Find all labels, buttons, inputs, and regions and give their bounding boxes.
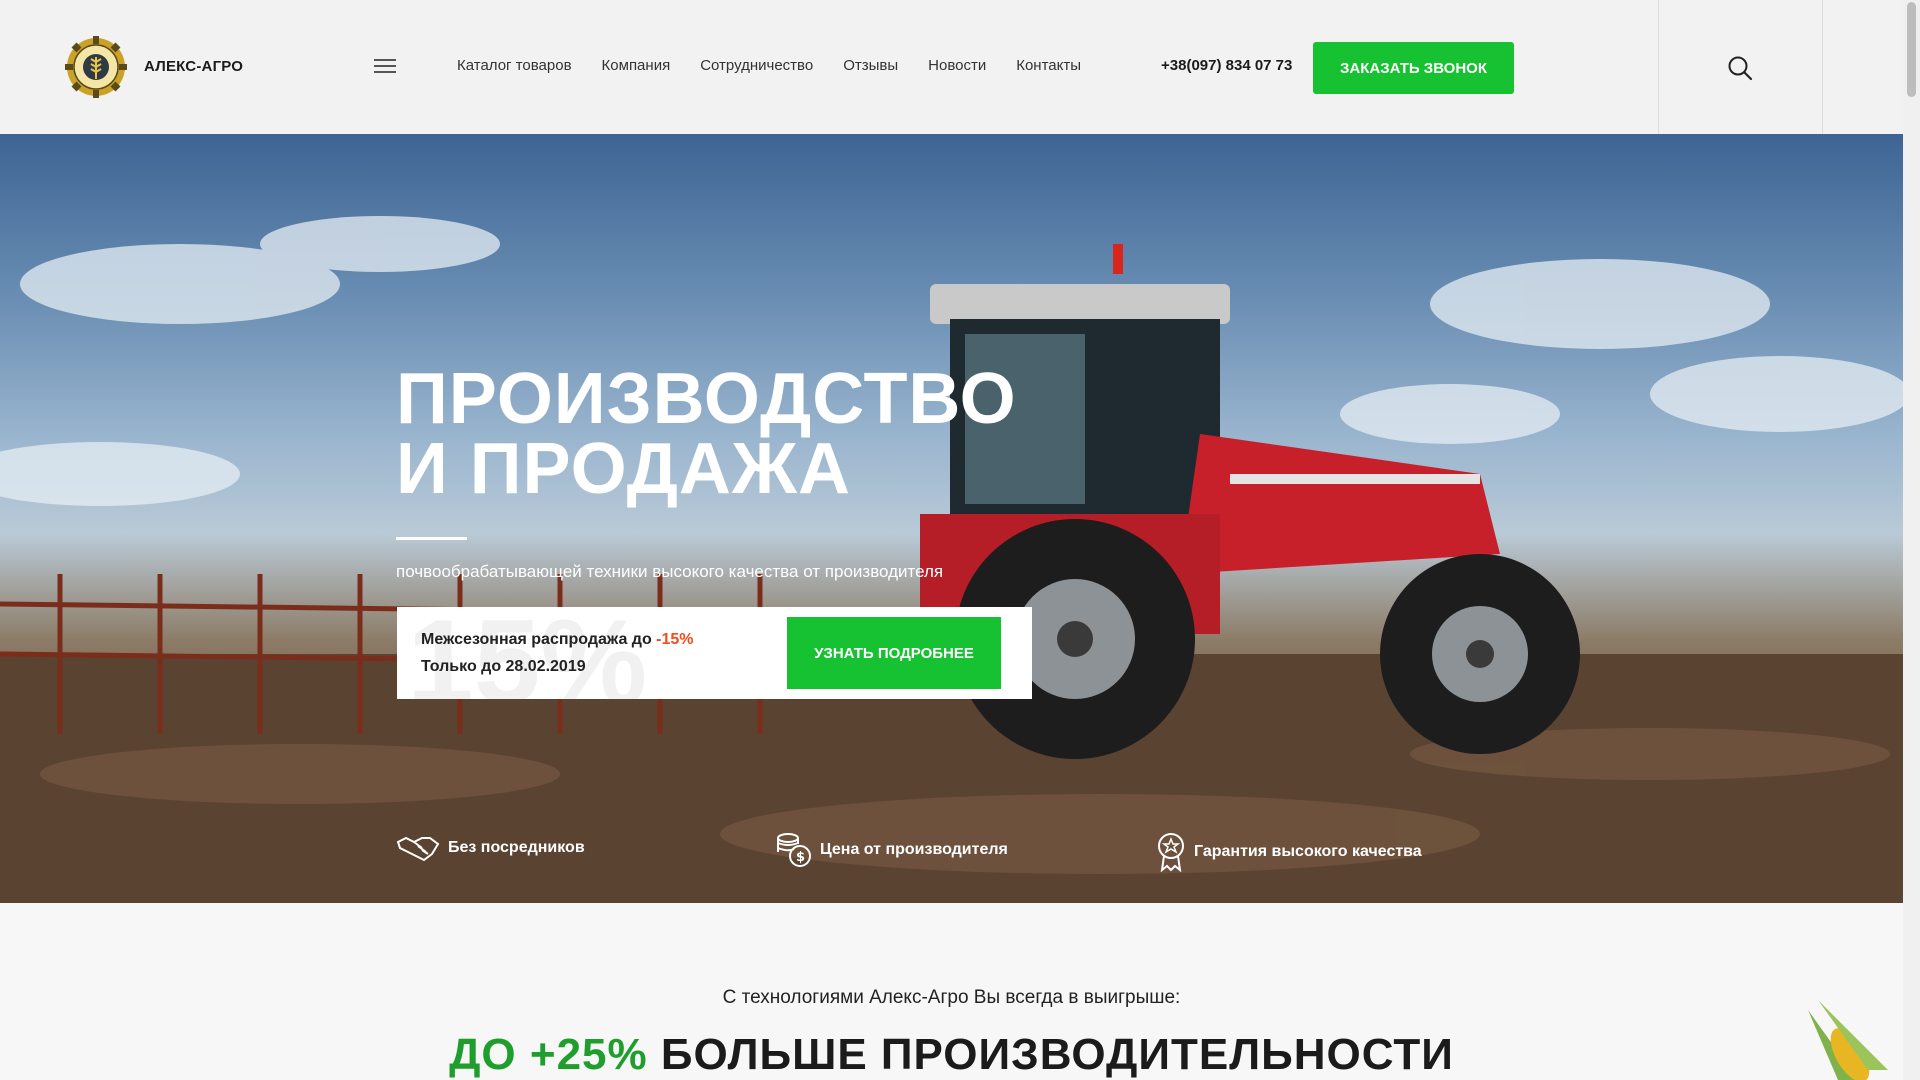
corn-decoration bbox=[1808, 1000, 1888, 1080]
coins-icon: $ bbox=[777, 833, 811, 867]
feature-label: Гарантия высокого качества bbox=[1194, 843, 1422, 860]
page-scrollbar[interactable] bbox=[1903, 0, 1920, 1080]
hero-title-line2: И ПРОДАЖА bbox=[396, 429, 851, 509]
search-icon[interactable] bbox=[1727, 55, 1753, 81]
feature-label: Без посредников bbox=[448, 839, 585, 856]
feature-no-middlemen: Без посредников bbox=[396, 832, 585, 864]
page: АЛЕКС-АГРО Каталог товаров Компания Сотр… bbox=[0, 0, 1920, 1080]
promo-sale-prefix: Межсезонная распродажа до bbox=[421, 631, 657, 648]
feature-factory-price: $ Цена от производителя bbox=[776, 832, 1008, 868]
nav-contacts[interactable]: Контакты bbox=[1016, 57, 1081, 74]
promo-background-text: 15% bbox=[407, 607, 648, 699]
promo-deadline: Только до 28.02.2019 bbox=[421, 658, 586, 675]
handshake-icon bbox=[396, 836, 440, 862]
promo-discount: -15% bbox=[656, 631, 694, 648]
benefits-headline-rest: БОЛЬШЕ ПРОИЗВОДИТЕЛЬНОСТИ bbox=[660, 1030, 1454, 1079]
learn-more-button[interactable]: УЗНАТЬ ПОДРОБНЕЕ bbox=[787, 617, 1001, 689]
benefits-headline-accent: ДО +25% bbox=[449, 1030, 648, 1079]
scrollbar-thumb[interactable] bbox=[1907, 2, 1916, 97]
hero-subtitle: почвообрабатывающей техники высокого кач… bbox=[396, 562, 944, 581]
nav-catalog[interactable]: Каталог товаров bbox=[457, 57, 572, 74]
benefits-headline: ДО +25% БОЛЬШЕ ПРОИЗВОДИТЕЛЬНОСТИ bbox=[0, 1030, 1903, 1080]
brand-name[interactable]: АЛЕКС-АГРО bbox=[144, 58, 243, 75]
svg-text:$: $ bbox=[796, 850, 805, 865]
phone-number[interactable]: +38(097) 834 07 73 bbox=[1161, 57, 1292, 74]
tractor-field-photo bbox=[0, 216, 1903, 903]
nav-reviews[interactable]: Отзывы bbox=[843, 57, 898, 74]
site-header: АЛЕКС-АГРО Каталог товаров Компания Сотр… bbox=[0, 0, 1903, 134]
hero-title-line1: ПРОИЗВОДСТВО bbox=[396, 359, 1017, 439]
main-nav: Каталог товаров Компания Сотрудничество … bbox=[457, 57, 1081, 74]
hero-divider bbox=[396, 537, 467, 540]
promo-card: 15% Межсезонная распродажа до -15% Тольк… bbox=[397, 607, 1032, 699]
company-logo[interactable] bbox=[64, 35, 128, 99]
award-badge-icon bbox=[1158, 833, 1184, 872]
promo-sale-text: Межсезонная распродажа до -15% bbox=[421, 631, 694, 649]
benefits-intro: С технологиями Алекс-Агро Вы всегда в вы… bbox=[722, 987, 1181, 1008]
hero-section: ПРОИЗВОДСТВО И ПРОДАЖА почвообрабатывающ… bbox=[0, 134, 1903, 903]
header-divider bbox=[1658, 0, 1659, 134]
hamburger-menu-icon[interactable] bbox=[374, 59, 396, 75]
nav-company[interactable]: Компания bbox=[602, 57, 671, 74]
feature-quality-guarantee: Гарантия высокого качества bbox=[1156, 832, 1422, 872]
nav-cooperation[interactable]: Сотрудничество bbox=[700, 57, 813, 74]
hero-title: ПРОИЗВОДСТВО И ПРОДАЖА bbox=[396, 359, 1017, 509]
order-call-button[interactable]: ЗАКАЗАТЬ ЗВОНОК bbox=[1313, 42, 1514, 94]
feature-label: Цена от производителя bbox=[820, 841, 1008, 858]
header-divider bbox=[1822, 0, 1823, 134]
nav-news[interactable]: Новости bbox=[928, 57, 986, 74]
